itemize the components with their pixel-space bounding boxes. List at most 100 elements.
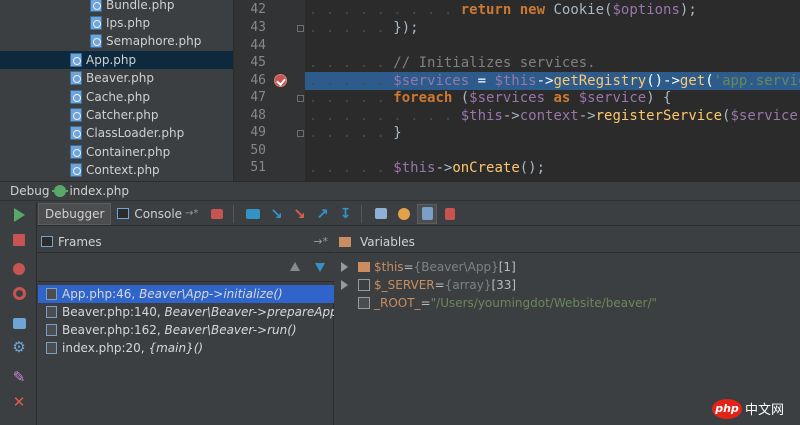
step-out-icon: ↗	[316, 204, 329, 223]
run-to-cursor-icon: ↧	[339, 205, 352, 222]
tree-item-semaphore[interactable]: Semaphore.php	[0, 32, 233, 50]
variables-title: Variables	[360, 234, 415, 249]
php-file-icon	[70, 90, 82, 104]
watermark-text: 中文网	[745, 403, 785, 418]
step-into-button[interactable]: ↘	[266, 204, 286, 224]
editor-gutter[interactable]: 42 43 44 45 46 47 48 49 50 51	[233, 0, 305, 181]
layout-button[interactable]	[10, 314, 28, 332]
fold-marker-icon[interactable]	[297, 130, 304, 137]
tree-item-label: Cache.php	[86, 90, 150, 104]
restore-layout-icon	[445, 207, 456, 220]
frames-toolbar	[38, 254, 334, 282]
pin-icon[interactable]: →*	[313, 235, 328, 248]
php-file-icon	[70, 163, 82, 177]
frame-row[interactable]: App.php:46, Beaver\App->initialize()	[38, 285, 334, 303]
tree-item-catcher[interactable]: Catcher.php	[0, 106, 233, 124]
tab-debugger-label: Debugger	[45, 206, 105, 221]
tree-item-context[interactable]: Context.php	[0, 161, 233, 179]
tree-item-label: Catcher.php	[86, 108, 159, 122]
toolbar-separator	[361, 204, 363, 223]
code-line-46-current: . . . . . $services = $this->getRegistry…	[305, 72, 800, 90]
arrow-up-icon[interactable]	[290, 262, 300, 271]
pin-icon: →*	[185, 208, 199, 219]
tree-item-bundle[interactable]: Bundle.php	[0, 0, 233, 14]
tree-item-container[interactable]: Container.php	[0, 143, 233, 161]
stack-frame-icon	[46, 288, 57, 300]
frames-list: App.php:46, Beaver\App->initialize() Bea…	[38, 283, 334, 425]
tab-console[interactable]: Console →*	[111, 203, 204, 225]
fold-marker-icon[interactable]	[297, 95, 304, 102]
run-to-cursor-button[interactable]: ↧	[335, 204, 355, 224]
php-file-icon	[90, 34, 102, 48]
stack-frame-icon	[46, 306, 57, 318]
tree-item-classloader[interactable]: ClassLoader.php	[0, 124, 233, 142]
resume-button[interactable]	[10, 206, 28, 224]
step-over-button[interactable]	[243, 204, 263, 224]
tree-item-cache[interactable]: Cache.php	[0, 88, 233, 106]
arrow-down-icon[interactable]	[315, 263, 325, 272]
variable-row[interactable]: $_SERVER = {array} [33]	[335, 276, 800, 294]
show-execution-point-button[interactable]	[207, 204, 227, 224]
php-file-icon	[70, 126, 82, 140]
view-breakpoints-button[interactable]	[10, 260, 28, 278]
tree-item-app[interactable]: App.php	[0, 51, 233, 69]
code-line-45: . . . . . // Initializes services.	[309, 55, 596, 71]
debug-config-name[interactable]: index.php	[69, 184, 128, 198]
expand-triangle-icon[interactable]	[341, 280, 348, 290]
breakpoints-icon	[13, 263, 25, 275]
fold-marker-icon[interactable]	[297, 25, 304, 32]
layout-icon	[12, 317, 26, 329]
php-file-icon	[70, 71, 82, 85]
php-logo: php	[712, 398, 742, 419]
stack-frame-icon	[46, 324, 57, 336]
php-file-icon	[70, 145, 82, 159]
pin-icon: ✎	[12, 368, 26, 386]
frames-toggle-button[interactable]	[417, 203, 438, 224]
line-number: 51	[250, 160, 266, 175]
tree-item-label: Context.php	[86, 163, 160, 177]
watermark: php 中文网	[712, 392, 800, 425]
calculator-icon	[375, 208, 388, 219]
pin-button[interactable]: ✎	[10, 368, 28, 386]
tree-item-label: Beaver.php	[86, 71, 154, 85]
settings-button[interactable]: ⚙	[10, 338, 28, 356]
project-tree: Bundle.php Ips.php Semaphore.php App.php…	[0, 0, 233, 181]
line-number: 45	[250, 55, 266, 70]
stop-icon	[13, 234, 25, 246]
tree-item-ips[interactable]: Ips.php	[0, 14, 233, 32]
object-icon	[358, 262, 370, 272]
line-number: 42	[250, 2, 266, 17]
line-number: 46	[250, 73, 266, 88]
expand-triangle-icon[interactable]	[341, 262, 348, 272]
close-button[interactable]: ✕	[10, 393, 28, 411]
step-over-icon	[246, 208, 261, 219]
tree-item-label: ClassLoader.php	[86, 126, 185, 140]
variable-row[interactable]: _ROOT_ = "/Users/youmingdot/Website/beav…	[335, 294, 800, 312]
tree-item-label: Semaphore.php	[106, 34, 202, 48]
code-editor[interactable]: . . . . . . . . . return new Cookie($opt…	[305, 0, 800, 181]
step-out-button[interactable]: ↗	[312, 204, 332, 224]
mute-breakpoints-button[interactable]	[10, 284, 28, 302]
stack-frame-icon	[46, 342, 57, 354]
frames-icon	[41, 236, 53, 247]
debug-title-label: Debug	[10, 184, 50, 198]
watches-button[interactable]	[394, 204, 414, 224]
frame-row[interactable]: Beaver.php:162, Beaver\Beaver->run()	[38, 321, 334, 339]
tab-debugger[interactable]: Debugger	[38, 202, 112, 225]
restore-layout-button[interactable]	[440, 204, 460, 224]
php-file-icon	[70, 53, 82, 67]
frame-row[interactable]: Beaver.php:140, Beaver\Beaver->prepareAp…	[38, 303, 334, 321]
frames-icon	[421, 207, 433, 220]
mute-breakpoints-icon	[12, 286, 26, 300]
php-file-icon	[90, 0, 102, 12]
stop-button[interactable]	[10, 231, 28, 249]
tree-item-beaver[interactable]: Beaver.php	[0, 69, 233, 87]
breakpoint-icon[interactable]	[274, 74, 287, 87]
line-number: 49	[250, 125, 266, 140]
step-into-icon: ↘	[270, 204, 283, 223]
variable-row[interactable]: $this = {Beaver\App} [1]	[335, 258, 800, 276]
frame-row[interactable]: index.php:20, {main}()	[38, 339, 334, 357]
code-line-49: . . . . . }	[309, 125, 402, 141]
force-step-into-button[interactable]: ↘	[289, 204, 309, 224]
evaluate-expression-button[interactable]	[371, 204, 391, 224]
